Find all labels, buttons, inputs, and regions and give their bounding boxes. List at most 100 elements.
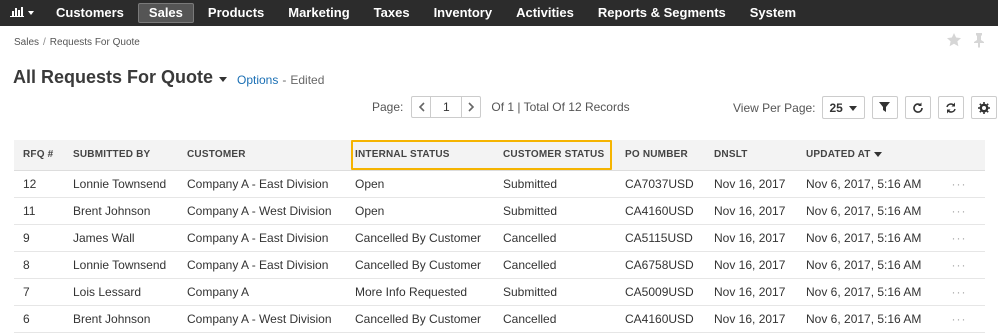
cell-internal-status: Open: [346, 197, 494, 225]
cell-rfq-number: 6: [14, 305, 64, 333]
cell-updated-at: Nov 6, 2017, 5:16 AM: [797, 197, 933, 225]
cell-updated-at: Nov 6, 2017, 5:16 AM: [797, 224, 933, 252]
nav-reports-segments[interactable]: Reports & Segments: [586, 0, 738, 26]
cell-submitted-by: Lonnie Townsend: [64, 251, 178, 279]
breadcrumb-sales[interactable]: Sales: [14, 37, 39, 48]
cell-row-actions[interactable]: ···: [933, 278, 985, 306]
breadcrumb-current: Requests For Quote: [49, 37, 140, 48]
chevron-down-icon: [848, 105, 857, 111]
reset-button[interactable]: [904, 96, 931, 119]
table-row[interactable]: 12 Lonnie Townsend Company A - East Divisi…: [14, 170, 985, 198]
nav-marketing[interactable]: Marketing: [276, 0, 361, 26]
cell-updated-at: Nov 6, 2017, 5:16 AM: [797, 305, 933, 333]
col-updated-at-label: UPDATED AT: [806, 149, 871, 161]
cell-dnslt: Nov 16, 2017: [705, 197, 797, 225]
nav-system[interactable]: System: [738, 0, 808, 26]
cell-row-actions[interactable]: ···: [933, 197, 985, 225]
cell-row-actions[interactable]: ···: [933, 251, 985, 279]
chevron-down-icon: [219, 76, 228, 82]
next-page-button[interactable]: [462, 97, 480, 117]
cell-row-actions[interactable]: ···: [933, 224, 985, 252]
filter-icon: [879, 102, 891, 112]
cell-internal-status: Cancelled By Customer: [346, 224, 494, 252]
cell-updated-at: Nov 6, 2017, 5:16 AM: [797, 278, 933, 306]
view-per-page-label: View Per Page:: [733, 100, 816, 115]
col-po-number[interactable]: PO NUMBER: [616, 140, 705, 171]
col-actions: [933, 140, 985, 171]
reload-button[interactable]: [937, 96, 964, 119]
nav-sales[interactable]: Sales: [137, 3, 194, 23]
cell-customer-status: Cancelled: [494, 251, 616, 279]
cell-rfq-number: 7: [14, 278, 64, 306]
cell-dnslt: Nov 16, 2017: [705, 251, 797, 279]
cell-row-actions[interactable]: ···: [933, 305, 985, 333]
cell-submitted-by: James Wall: [64, 224, 178, 252]
cell-rfq-number: 12: [14, 170, 64, 198]
nav-taxes[interactable]: Taxes: [362, 0, 422, 26]
nav-products[interactable]: Products: [196, 0, 276, 26]
col-customer-status[interactable]: CUSTOMER STATUS: [494, 140, 616, 171]
cell-dnslt: Nov 16, 2017: [705, 170, 797, 198]
cell-customer-status: Cancelled: [494, 305, 616, 333]
page-title[interactable]: All Requests For Quote: [13, 67, 228, 88]
header-icons: [946, 32, 986, 51]
cell-submitted-by: Brent Johnson: [64, 305, 178, 333]
cell-dnslt: Nov 16, 2017: [705, 278, 797, 306]
breadcrumb-separator: /: [43, 37, 46, 48]
cell-customer: Company A - East Division: [178, 251, 346, 279]
cell-rfq-number: 11: [14, 197, 64, 225]
cell-updated-at: Nov 6, 2017, 5:16 AM: [797, 251, 933, 279]
page-input[interactable]: [430, 97, 463, 117]
view-per-page-value: 25: [829, 100, 843, 115]
cell-po-number: CA4160USD: [616, 197, 705, 225]
star-icon[interactable]: [946, 32, 962, 51]
nav-activities[interactable]: Activities: [504, 0, 586, 26]
col-internal-status[interactable]: INTERNAL STATUS: [346, 140, 494, 171]
cell-internal-status: Cancelled By Customer: [346, 305, 494, 333]
sync-icon: [946, 102, 956, 113]
col-customer[interactable]: CUSTOMER: [178, 140, 346, 171]
nav-customers[interactable]: Customers: [44, 0, 136, 26]
cell-row-actions[interactable]: ···: [933, 170, 985, 198]
view-options: Options - Edited: [237, 73, 324, 87]
table-header-row: RFQ # SUBMITTED BY CUSTOMER INTERNAL STA…: [14, 140, 985, 171]
prev-page-button[interactable]: [412, 97, 430, 117]
table-row[interactable]: 6 Brent Johnson Company A - West Division C…: [14, 305, 985, 333]
view-per-page-select[interactable]: 25: [821, 96, 865, 119]
chevron-left-icon: [418, 102, 425, 112]
nav-inventory[interactable]: Inventory: [422, 0, 505, 26]
dashboard-menu[interactable]: [0, 0, 44, 26]
table-row[interactable]: 8 Lonnie Townsend Company A - East Divisio…: [14, 251, 985, 279]
cell-submitted-by: Lois Lessard: [64, 278, 178, 306]
cell-customer: Company A - East Division: [178, 224, 346, 252]
col-updated-at[interactable]: UPDATED AT: [797, 140, 933, 171]
col-rfq-number[interactable]: RFQ #: [14, 140, 64, 171]
cell-customer-status: Submitted: [494, 278, 616, 306]
cell-po-number: CA4160USD: [616, 305, 705, 333]
cell-internal-status: More Info Requested: [346, 278, 494, 306]
rfq-table: RFQ # SUBMITTED BY CUSTOMER INTERNAL STA…: [14, 140, 985, 333]
cell-internal-status: Cancelled By Customer: [346, 251, 494, 279]
bar-chart-icon: [10, 6, 24, 20]
table-row[interactable]: 9 James Wall Company A - East Division Canc…: [14, 224, 985, 252]
options-separator: -: [282, 73, 287, 87]
cell-dnslt: Nov 16, 2017: [705, 224, 797, 252]
cell-rfq-number: 8: [14, 251, 64, 279]
cell-customer-status: Submitted: [494, 197, 616, 225]
filter-button[interactable]: [871, 96, 898, 119]
sort-desc-icon: [873, 152, 882, 158]
cell-customer: Company A - East Division: [178, 170, 346, 198]
pin-icon[interactable]: [972, 32, 986, 51]
table-row[interactable]: 7 Lois Lessard Company A More Info Requeste…: [14, 278, 985, 306]
cell-updated-at: Nov 6, 2017, 5:16 AM: [797, 170, 933, 198]
table-row[interactable]: 11 Brent Johnson Company A - West Division…: [14, 197, 985, 225]
col-dnslt[interactable]: DNSLT: [705, 140, 797, 171]
cell-po-number: CA6758USD: [616, 251, 705, 279]
breadcrumb-bar: Sales / Requests For Quote: [0, 26, 998, 56]
settings-button[interactable]: [970, 96, 997, 119]
options-link[interactable]: Options: [237, 73, 278, 87]
cell-po-number: CA7037USD: [616, 170, 705, 198]
col-submitted-by[interactable]: SUBMITTED BY: [64, 140, 178, 171]
cell-submitted-by: Lonnie Townsend: [64, 170, 178, 198]
cell-dnslt: Nov 16, 2017: [705, 305, 797, 333]
